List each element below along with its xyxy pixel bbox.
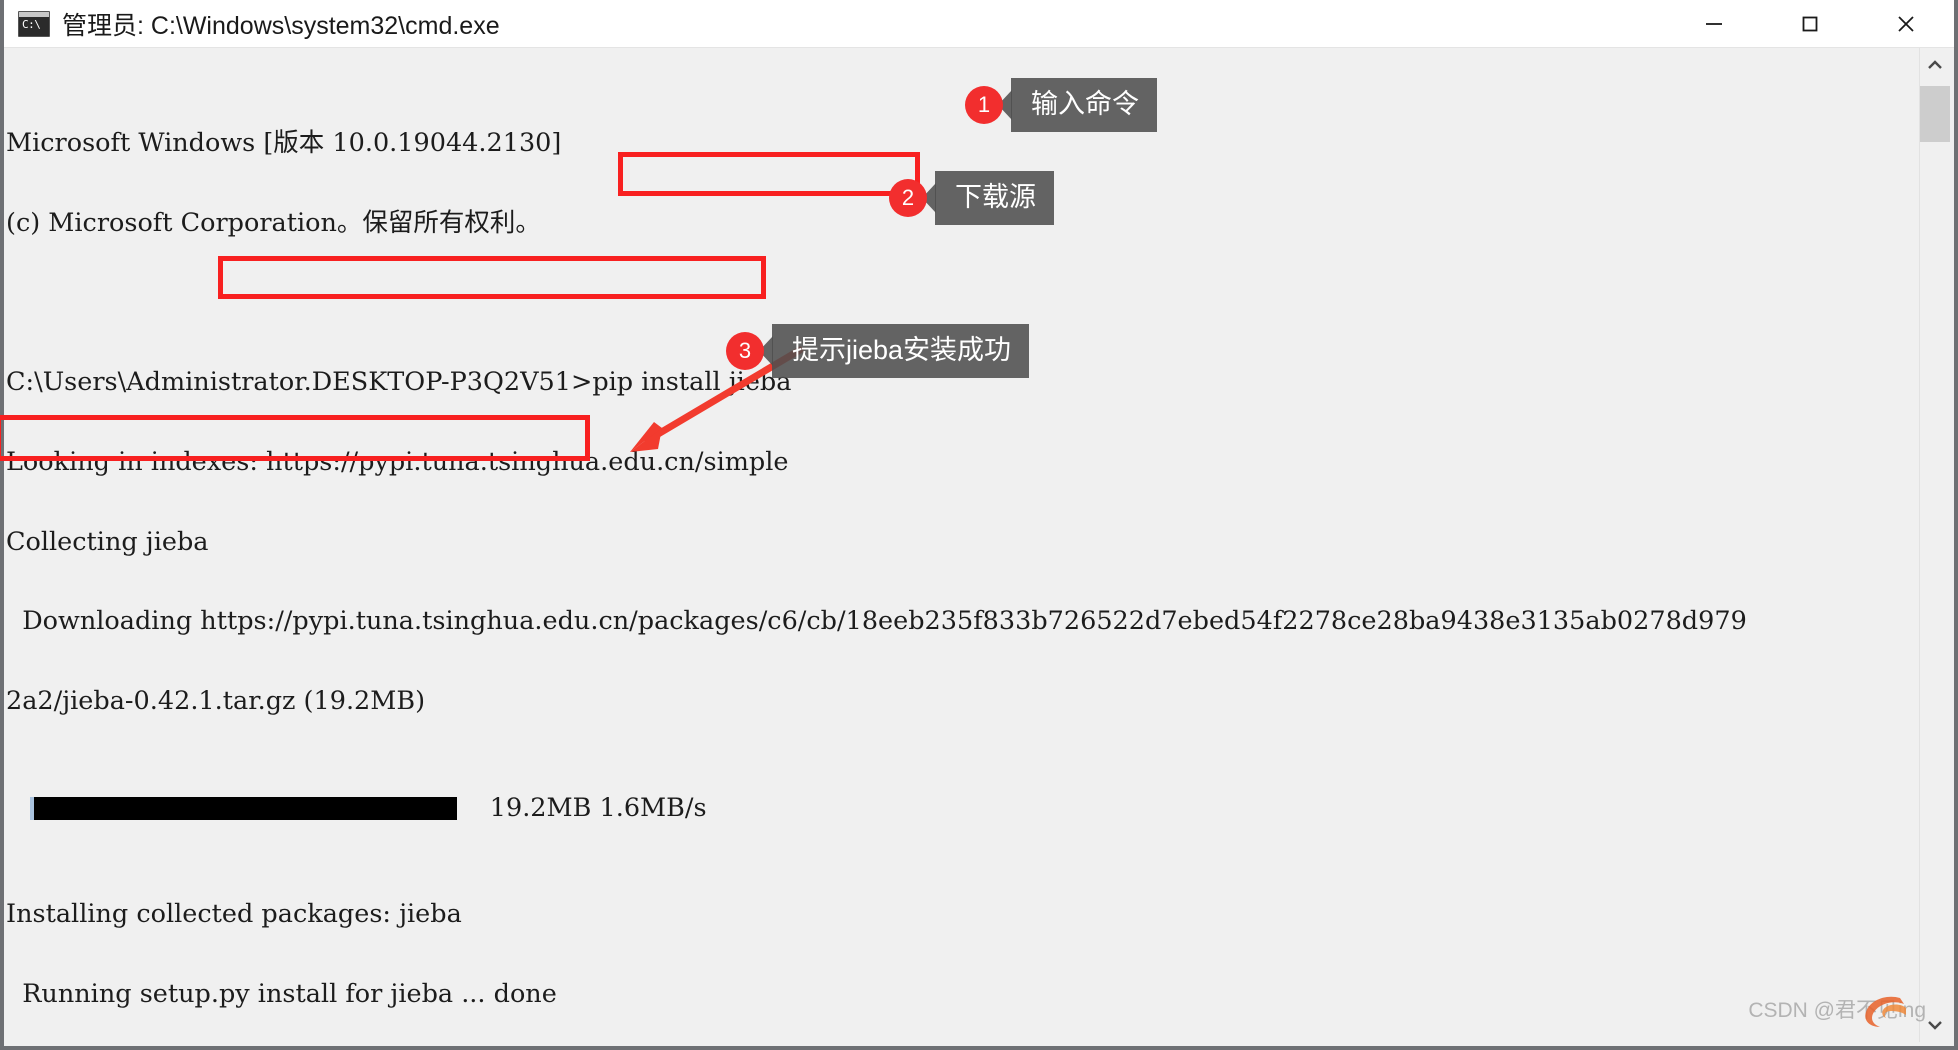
console-line: Microsoft Windows [版本 10.0.19044.2130]	[6, 127, 562, 158]
callout-2: 2 下载源	[889, 171, 1054, 225]
scroll-up-arrow-icon[interactable]	[1920, 48, 1950, 82]
callout-3-label: 提示jieba安装成功	[772, 324, 1030, 378]
csdn-watermark: CSDN @君不见ing	[1748, 994, 1926, 1027]
window-controls	[1666, 0, 1954, 48]
download-progress-label: 19.2MB 1.6MB/s	[457, 792, 707, 823]
callout-3-badge: 3	[726, 332, 764, 370]
callout-1-badge: 1	[965, 86, 1003, 124]
console-line: Looking in indexes: https://pypi.tuna.ts…	[6, 446, 789, 477]
callout-3: 3 提示jieba安装成功	[726, 324, 1030, 378]
watermark-logo-icon	[1865, 996, 1906, 1027]
download-progress-bar	[30, 796, 458, 820]
console-line-progress: 19.2MB 1.6MB/s	[6, 792, 1747, 823]
console-line: (c) Microsoft Corporation。保留所有权利。	[6, 207, 541, 238]
cmd-window: C:\ 管理员: C:\Windows\system32\cmd.exe Mic…	[0, 0, 1958, 1050]
scrollbar-thumb[interactable]	[1920, 86, 1950, 142]
maximize-icon	[1802, 16, 1818, 32]
callout-1-label: 输入命令	[1011, 78, 1157, 132]
console-line-download-url: Downloading https://pypi.tuna.tsinghua.e…	[6, 606, 1747, 637]
window-title: 管理员: C:\Windows\system32\cmd.exe	[62, 11, 500, 40]
minimize-button[interactable]	[1666, 0, 1762, 48]
console-text: Microsoft Windows [版本 10.0.19044.2130] (…	[6, 50, 1747, 1046]
callout-2-label: 下载源	[935, 171, 1054, 225]
screenshot-root: C:\ 管理员: C:\Windows\system32\cmd.exe Mic…	[0, 0, 1958, 1050]
callout-2-badge: 2	[889, 179, 927, 217]
cmd-icon-titlestrip	[19, 11, 49, 17]
chevron-down-icon	[1928, 1021, 1942, 1030]
console-line: Installing collected packages: jieba	[6, 899, 462, 929]
console-line: Running setup.py install for jieba ... d…	[6, 978, 557, 1009]
console-line: Collecting jieba	[6, 526, 209, 557]
callout-1: 1 输入命令	[965, 78, 1157, 132]
console-line: 2a2/jieba-0.42.1.tar.gz (19.2MB)	[6, 686, 426, 717]
maximize-button[interactable]	[1762, 0, 1858, 48]
vertical-scrollbar[interactable]	[1919, 48, 1950, 1042]
title-bar[interactable]: C:\ 管理员: C:\Windows\system32\cmd.exe	[4, 0, 1954, 48]
cmd-icon-glyph: C:\	[22, 17, 41, 31]
close-button[interactable]	[1858, 0, 1954, 48]
close-icon	[1898, 16, 1914, 32]
chevron-up-icon	[1928, 60, 1942, 69]
cmd-icon: C:\	[18, 10, 50, 37]
minimize-icon	[1706, 23, 1722, 25]
